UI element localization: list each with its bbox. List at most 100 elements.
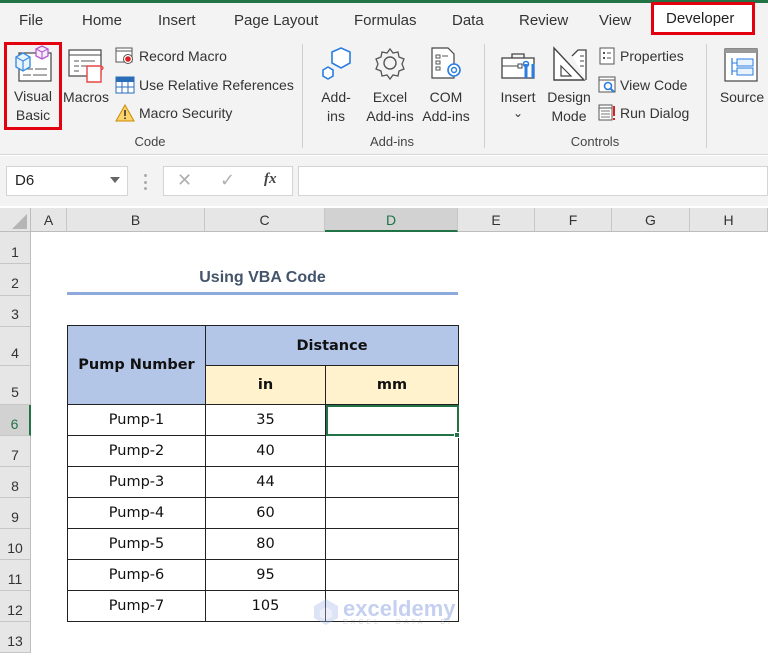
insert-function-icon[interactable]: fx bbox=[264, 171, 277, 188]
properties-icon bbox=[599, 47, 615, 65]
run-dialog-button[interactable]: Run Dialog bbox=[598, 104, 689, 122]
column-header-c[interactable]: C bbox=[205, 208, 325, 232]
column-header-e[interactable]: E bbox=[458, 208, 535, 232]
view-code-button[interactable]: View Code bbox=[598, 76, 687, 94]
source-button[interactable] bbox=[724, 48, 758, 82]
row-header-12[interactable]: 12 bbox=[0, 591, 31, 622]
header-mm[interactable]: mm bbox=[325, 365, 459, 405]
tab-view[interactable]: View bbox=[599, 12, 631, 29]
tab-file[interactable]: File bbox=[19, 12, 43, 29]
add-ins-button[interactable] bbox=[318, 46, 358, 82]
group-separator bbox=[302, 44, 303, 148]
macros-button[interactable] bbox=[67, 48, 107, 88]
mm-cell[interactable] bbox=[325, 528, 459, 560]
com-add-ins-icon bbox=[431, 47, 461, 79]
in-cell[interactable]: 95 bbox=[205, 559, 326, 591]
row-header-11[interactable]: 11 bbox=[0, 560, 31, 591]
pump-cell[interactable]: Pump-4 bbox=[67, 497, 206, 529]
warning-icon bbox=[115, 104, 135, 122]
insert-dropdown-caret-icon[interactable]: ⌄ bbox=[496, 104, 540, 123]
tab-developer[interactable]: Developer bbox=[651, 2, 755, 35]
in-cell[interactable]: 35 bbox=[205, 404, 326, 436]
column-header-f[interactable]: F bbox=[535, 208, 612, 232]
mm-cell[interactable] bbox=[325, 435, 459, 467]
macros-icon bbox=[68, 49, 104, 83]
mm-cell[interactable] bbox=[325, 559, 459, 591]
pump-cell[interactable]: Pump-6 bbox=[67, 559, 206, 591]
mm-cell[interactable] bbox=[325, 497, 459, 529]
formula-bar-grip-icon[interactable] bbox=[144, 174, 147, 190]
exceldemy-logo-icon bbox=[314, 599, 338, 625]
enter-icon[interactable]: ✓ bbox=[220, 170, 235, 191]
row-header-8[interactable]: 8 bbox=[0, 467, 31, 498]
table-row: Pump-5 80 bbox=[67, 528, 459, 560]
row-header-5[interactable]: 5 bbox=[0, 366, 31, 405]
pump-cell[interactable]: Pump-5 bbox=[67, 528, 206, 560]
design-mode-icon bbox=[553, 46, 587, 81]
mm-cell-active[interactable] bbox=[325, 404, 459, 436]
table-row: Pump-2 40 bbox=[67, 435, 459, 467]
record-macro-button[interactable]: Record Macro bbox=[115, 47, 227, 65]
column-header-g[interactable]: G bbox=[612, 208, 690, 232]
cancel-icon[interactable]: ✕ bbox=[177, 170, 192, 191]
header-distance[interactable]: Distance bbox=[205, 325, 459, 366]
row-header-4[interactable]: 4 bbox=[0, 327, 31, 366]
in-cell[interactable]: 80 bbox=[205, 528, 326, 560]
design-mode-button[interactable] bbox=[552, 46, 588, 82]
header-in[interactable]: in bbox=[205, 365, 326, 405]
com-add-ins-button[interactable] bbox=[430, 46, 466, 82]
formula-input[interactable] bbox=[298, 166, 768, 196]
properties-label: Properties bbox=[620, 48, 684, 64]
mm-cell[interactable] bbox=[325, 466, 459, 498]
row-header-6[interactable]: 6 bbox=[0, 405, 31, 436]
column-header-d[interactable]: D bbox=[325, 208, 458, 232]
header-pump-number[interactable]: Pump Number bbox=[67, 325, 206, 405]
tab-page-layout[interactable]: Page Layout bbox=[234, 12, 318, 29]
excel-add-ins-button[interactable] bbox=[370, 46, 410, 82]
table-row: Pump-6 95 bbox=[67, 559, 459, 591]
column-header-a[interactable]: A bbox=[31, 208, 67, 232]
in-cell[interactable]: 60 bbox=[205, 497, 326, 529]
column-header-b[interactable]: B bbox=[67, 208, 205, 232]
in-cell[interactable]: 105 bbox=[205, 590, 326, 622]
excel-add-ins-label-1: Excel bbox=[372, 89, 408, 105]
column-header-h[interactable]: H bbox=[690, 208, 768, 232]
name-box-dropdown-icon[interactable] bbox=[110, 177, 120, 183]
fill-handle[interactable] bbox=[454, 432, 460, 438]
pump-cell[interactable]: Pump-2 bbox=[67, 435, 206, 467]
row-header-13[interactable]: 13 bbox=[0, 622, 31, 653]
sheet-title[interactable]: Using VBA Code bbox=[67, 264, 458, 292]
tab-insert[interactable]: Insert bbox=[158, 12, 196, 29]
pump-cell[interactable]: Pump-1 bbox=[67, 404, 206, 436]
com-add-ins-label-2: Add-ins bbox=[422, 108, 470, 124]
view-code-label: View Code bbox=[620, 77, 688, 93]
tab-review[interactable]: Review bbox=[519, 12, 568, 29]
relative-references-icon bbox=[115, 76, 135, 94]
row-header-1[interactable]: 1 bbox=[0, 232, 31, 264]
row-header-3[interactable]: 3 bbox=[0, 296, 31, 327]
properties-button[interactable]: Properties bbox=[598, 47, 684, 65]
visual-basic-label-1: Visual bbox=[14, 88, 52, 104]
pump-cell[interactable]: Pump-7 bbox=[67, 590, 206, 622]
tab-home[interactable]: Home bbox=[82, 12, 122, 29]
tab-formulas[interactable]: Formulas bbox=[354, 12, 417, 29]
xml-source-icon bbox=[724, 48, 758, 82]
macro-security-button[interactable]: Macro Security bbox=[115, 104, 232, 122]
select-all-triangle-icon bbox=[12, 214, 27, 229]
tab-data[interactable]: Data bbox=[452, 12, 484, 29]
row-header-9[interactable]: 9 bbox=[0, 498, 31, 529]
row-header-10[interactable]: 10 bbox=[0, 529, 31, 560]
visual-basic-button[interactable]: Visual Basic bbox=[4, 42, 62, 130]
row-header-7[interactable]: 7 bbox=[0, 436, 31, 467]
row-header-2[interactable]: 2 bbox=[0, 264, 31, 296]
insert-control-button[interactable] bbox=[500, 50, 540, 82]
in-cell[interactable]: 40 bbox=[205, 435, 326, 467]
in-cell[interactable]: 44 bbox=[205, 466, 326, 498]
macro-security-label: Macro Security bbox=[139, 105, 233, 121]
table-row: Pump-4 60 bbox=[67, 497, 459, 529]
title-underline bbox=[67, 292, 458, 295]
pump-cell[interactable]: Pump-3 bbox=[67, 466, 206, 498]
use-relative-references-button[interactable]: Use Relative References bbox=[115, 76, 294, 94]
view-code-icon bbox=[598, 76, 616, 93]
group-separator bbox=[706, 44, 707, 148]
